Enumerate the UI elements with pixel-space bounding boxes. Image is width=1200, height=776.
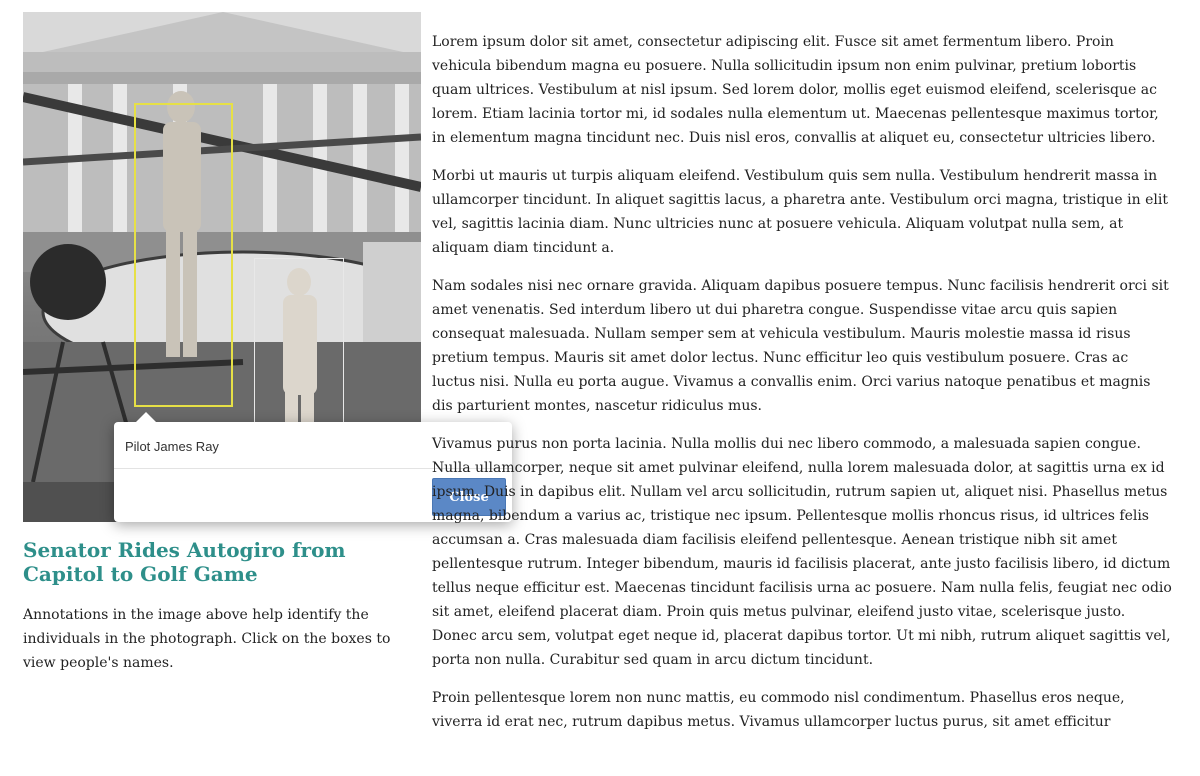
article-paragraph: Vivamus purus non porta lacinia. Nulla m… (432, 436, 1172, 668)
popover-label: Pilot James Ray (125, 439, 219, 454)
figure-title: Senator Rides Autogiro from Capitol to G… (23, 538, 346, 586)
annotation-box-person[interactable] (254, 258, 344, 426)
article-paragraph: Lorem ipsum dolor sit amet, consectetur … (432, 34, 1159, 146)
article-paragraph: Proin pellentesque lorem non nunc mattis… (432, 690, 1125, 730)
annotation-box-pilot[interactable] (134, 103, 233, 407)
article-paragraph: Nam sodales nisi nec ornare gravida. Ali… (432, 278, 1169, 414)
article-paragraph: Morbi ut mauris ut turpis aliquam eleife… (432, 168, 1168, 256)
figure-caption: Annotations in the image above help iden… (23, 607, 391, 671)
article-body: Lorem ipsum dolor sit amet, consectetur … (432, 30, 1172, 748)
popover-arrow (136, 412, 156, 422)
